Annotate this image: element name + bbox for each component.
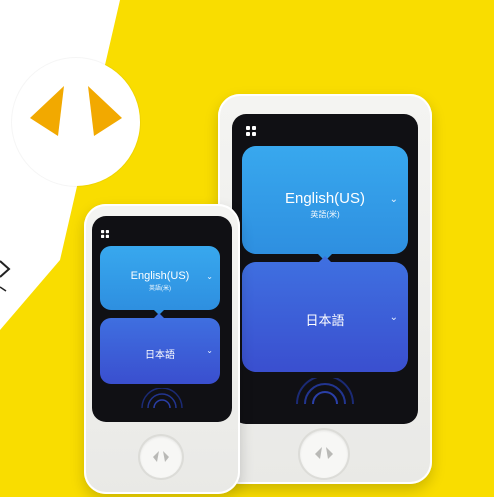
source-language-selector[interactable]: English(US) 英語(米) ⌄ [242, 146, 408, 254]
target-language-label: 日本語 [145, 350, 175, 361]
home-button[interactable] [300, 430, 348, 478]
logo-button-icon [153, 451, 169, 462]
source-language-selector[interactable]: English(US) 英語(米) ⌄ [100, 246, 220, 310]
bubble-tail [318, 256, 332, 263]
sound-wave-icon [141, 388, 183, 408]
source-language-label: English(US) [284, 190, 366, 207]
chevron-down-icon: ⌄ [206, 346, 213, 355]
small-translator-device: English(US) 英語(米) ⌄ 日本語 ⌄ [84, 204, 240, 494]
pocketalk-logo-icon [30, 86, 122, 136]
small-device-screen: English(US) 英語(米) ⌄ 日本語 ⌄ [92, 216, 232, 422]
grid-icon[interactable] [246, 126, 256, 136]
sound-wave-icon [296, 378, 354, 404]
product-image: English(US) 英語(米) ⌄ 日本語 ⌄ English(US) 英語… [0, 0, 494, 497]
source-language-label: English(US) [130, 270, 190, 282]
grid-icon[interactable] [101, 230, 109, 238]
large-translator-device: English(US) 英語(米) ⌄ 日本語 ⌄ [218, 94, 432, 484]
chevron-down-icon: ⌄ [389, 312, 398, 323]
target-language-selector[interactable]: 日本語 ⌄ [100, 318, 220, 384]
chevron-down-icon: ⌄ [389, 194, 398, 205]
brand-logo [12, 58, 140, 186]
chevron-down-icon: ⌄ [206, 272, 213, 281]
source-language-sub-label: 英語(米) [310, 210, 340, 219]
source-language-sub-label: 英語(米) [149, 286, 171, 292]
home-button[interactable] [140, 436, 182, 478]
target-language-label: 日本語 [305, 313, 345, 328]
partial-arrow-mark [0, 260, 11, 292]
bubble-tail [154, 313, 164, 318]
logo-button-icon [315, 447, 333, 459]
target-language-selector[interactable]: 日本語 ⌄ [242, 262, 408, 372]
large-device-screen: English(US) 英語(米) ⌄ 日本語 ⌄ [232, 114, 418, 424]
